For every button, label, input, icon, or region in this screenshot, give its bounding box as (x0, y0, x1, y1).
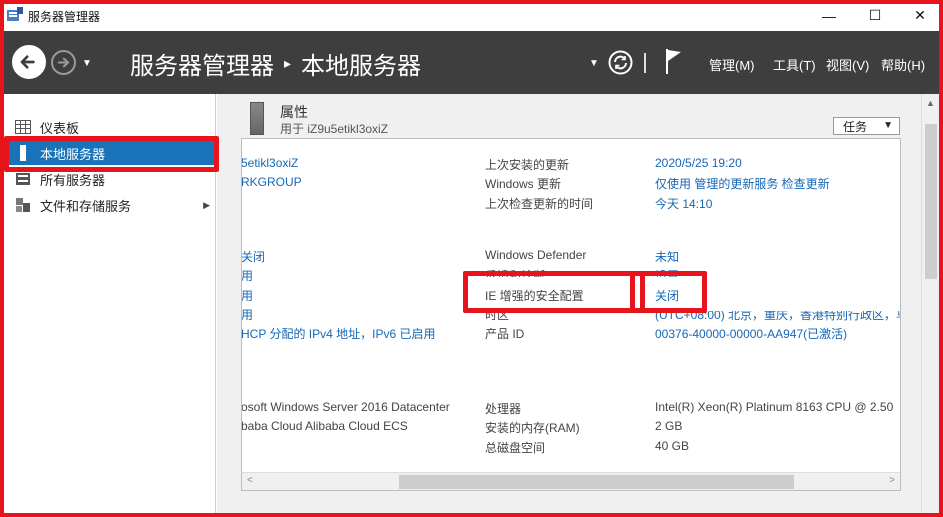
server-tower-icon (250, 102, 264, 135)
remote-management-value[interactable]: 用 (242, 267, 253, 284)
forward-button[interactable] (51, 50, 76, 75)
scroll-right-icon[interactable]: > (889, 475, 895, 486)
sidebar-item-label: 本地服务器 (40, 146, 106, 162)
dashboard-icon (15, 120, 31, 134)
scroll-left-icon[interactable]: < (247, 475, 253, 486)
menu-help[interactable]: 帮助(H) (881, 55, 925, 74)
minimize-button[interactable]: — (806, 0, 852, 31)
remote-desktop-value[interactable]: 用 (242, 287, 253, 304)
property-label: Windows Defender (485, 248, 587, 262)
breadcrumb-root[interactable]: 服务器管理器 (130, 46, 274, 81)
property-label: 上次安装的更新 (485, 158, 570, 172)
ie-esc-label: IE 增强的安全配置 (485, 289, 584, 303)
firewall-value[interactable]: 关闭 (242, 248, 265, 265)
horizontal-scrollbar[interactable]: < > (242, 472, 900, 490)
sidebar: 仪表板 本地服务器 所有服务器 文件和存储服务 ▶ (4, 94, 216, 513)
back-button[interactable] (12, 45, 46, 79)
server-manager-app-icon (7, 7, 23, 21)
property-label: Windows 更新 (485, 177, 562, 191)
refresh-icon[interactable] (608, 50, 633, 75)
property-value[interactable]: 未知 (655, 248, 679, 265)
chevron-down-icon: ▼ (883, 120, 893, 131)
property-label: 反馈和诊断 (485, 269, 546, 277)
menu-view[interactable]: 视图(V) (826, 55, 869, 74)
scrollbar-thumb[interactable] (399, 475, 794, 489)
tasks-label: 任务 (843, 119, 868, 134)
breadcrumb: 服务器管理器 ▸ 本地服务器 (130, 46, 421, 81)
storage-icon (16, 198, 30, 212)
property-value[interactable]: 仅使用 管理的更新服务 检查更新 (655, 175, 830, 192)
menu-manage[interactable]: 管理(M) (709, 55, 755, 74)
property-value[interactable]: 设置 (655, 267, 679, 277)
header-divider (644, 53, 646, 73)
refresh-dropdown-icon[interactable]: ▼ (589, 58, 599, 69)
property-value: 40 GB (655, 439, 690, 453)
scroll-up-icon[interactable]: ▲ (926, 98, 935, 108)
sidebar-item-file-storage[interactable]: 文件和存储服务 ▶ (4, 193, 216, 217)
property-value[interactable]: (UTC+08:00) 北京，重庆，香港特别行政区，乌 (655, 311, 900, 323)
property-value: 2 GB (655, 419, 683, 433)
breadcrumb-separator-icon: ▸ (284, 55, 292, 71)
sidebar-item-local-server[interactable]: 本地服务器 (4, 141, 216, 165)
property-label: 产品 ID (485, 327, 525, 341)
vertical-scrollbar[interactable]: ▲ (921, 94, 939, 513)
sidebar-item-label: 仪表板 (40, 120, 80, 136)
property-label: 安装的内存(RAM) (485, 421, 580, 435)
property-value[interactable]: 2020/5/25 19:20 (655, 156, 742, 170)
title-bar: 服务器管理器 — ☐ ✕ (0, 0, 943, 31)
maximize-button[interactable]: ☐ (852, 0, 898, 31)
ethernet-value[interactable]: HCP 分配的 IPv4 地址，IPv6 已启用 (242, 325, 435, 342)
property-value[interactable]: 00376-40000-00000-AA947(已激活) (655, 325, 847, 342)
property-label: 总磁盘空间 (485, 441, 546, 455)
sidebar-item-label: 所有服务器 (40, 172, 106, 188)
breadcrumb-current: 本地服务器 (301, 53, 422, 80)
property-label: 处理器 (485, 402, 522, 416)
property-label: 上次检查更新的时间 (485, 197, 594, 211)
scrollbar-thumb[interactable] (925, 124, 937, 279)
properties-header: 属性 用于 iZ9u5etikl3oxiZ 任务 ▼ (217, 94, 939, 138)
sidebar-item-label: 文件和存储服务 (40, 198, 132, 214)
notifications-flag-icon[interactable] (664, 48, 684, 74)
history-dropdown-icon[interactable]: ▼ (82, 58, 92, 69)
properties-title: 属性 (280, 104, 308, 120)
property-value[interactable]: 今天 14:10 (655, 195, 712, 212)
hardware-info-value: baba Cloud Alibaba Cloud ECS (241, 419, 408, 433)
os-version-value: osoft Windows Server 2016 Datacenter (241, 400, 450, 414)
workgroup-value[interactable]: RKGROUP (242, 175, 302, 189)
expand-arrow-icon[interactable]: ▶ (203, 200, 210, 211)
property-value: Intel(R) Xeon(R) Platinum 8163 CPU @ 2.5… (655, 400, 894, 414)
close-button[interactable]: ✕ (897, 0, 943, 31)
properties-panel: 5etikl3oxiZ RKGROUP 关闭 用 用 用 HCP 分配的 IPv… (241, 138, 901, 491)
header-bar: ▼ 服务器管理器 ▸ 本地服务器 ▼ 管理(M) 工具(T) 视图(V) 帮助(… (4, 31, 939, 94)
sidebar-item-dashboard[interactable]: 仪表板 (4, 115, 216, 139)
ie-esc-value[interactable]: 关闭 (655, 287, 679, 304)
servers-icon (16, 173, 30, 185)
window-title: 服务器管理器 (28, 10, 101, 24)
computer-name-value[interactable]: 5etikl3oxiZ (242, 156, 298, 170)
server-icon (20, 145, 26, 161)
sidebar-item-all-servers[interactable]: 所有服务器 (4, 167, 216, 191)
main-content: 属性 用于 iZ9u5etikl3oxiZ 任务 ▼ 5etikl3oxiZ R… (217, 94, 939, 513)
properties-subtitle: 用于 iZ9u5etikl3oxiZ (280, 122, 389, 136)
tasks-dropdown[interactable]: 任务 ▼ (833, 117, 900, 135)
menu-tools[interactable]: 工具(T) (773, 55, 816, 74)
property-label: 时区 (485, 308, 510, 322)
nic-teaming-value[interactable]: 用 (242, 306, 253, 323)
